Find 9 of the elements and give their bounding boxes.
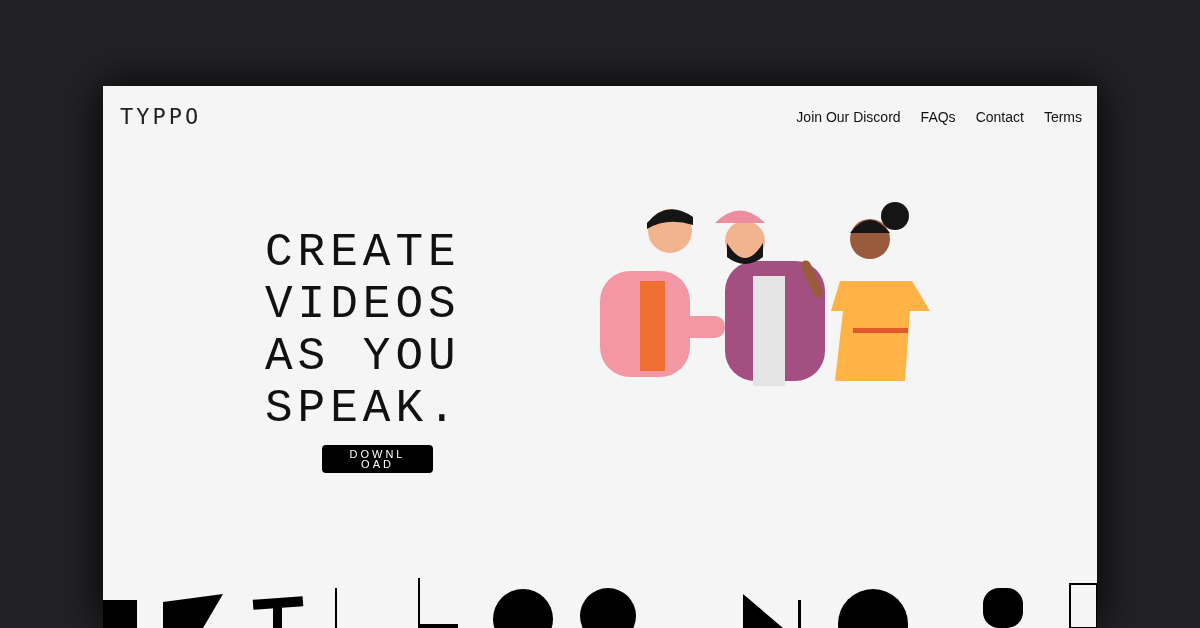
nav-link[interactable]: Contact: [975, 108, 1024, 125]
headline-line: SPEAK.: [265, 383, 461, 435]
nav-link[interactable]: FAQs: [920, 108, 956, 125]
download-button[interactable]: DOWNLOAD: [322, 445, 433, 473]
nav-link[interactable]: Join Our Discord: [796, 108, 901, 125]
headline-line: CREATE: [265, 227, 461, 279]
headline-line: AS YOU: [265, 331, 461, 383]
nav-link[interactable]: Terms: [1043, 108, 1082, 125]
headline-line: VIDEOS: [265, 279, 461, 331]
